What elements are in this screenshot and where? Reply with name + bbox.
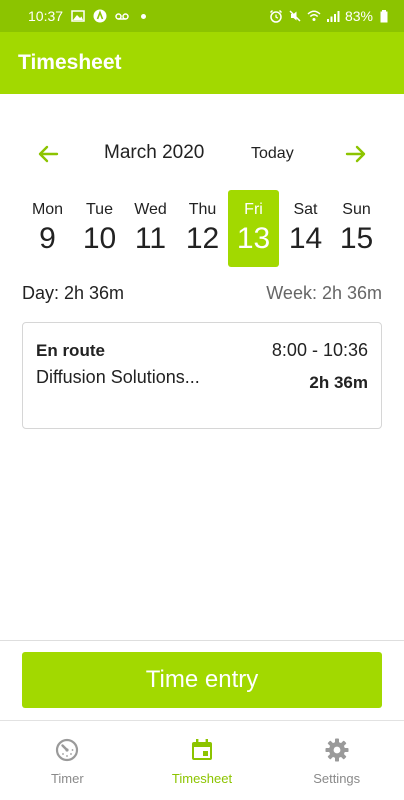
app-bar: Timesheet (0, 32, 404, 94)
day-name: Wed (134, 201, 167, 218)
week-total: Week: 2h 36m (266, 283, 382, 303)
nav-label: Timesheet (171, 771, 233, 786)
bottom-navigation: Timer Timesheet Settings (0, 721, 404, 800)
time-entry-button[interactable]: Time entry (22, 652, 382, 708)
prev-week-button[interactable] (32, 138, 64, 170)
nav-label: Timer (50, 771, 84, 786)
day-number: 11 (134, 222, 167, 255)
day-number: 12 (185, 222, 220, 255)
arrow-right-icon (345, 145, 366, 163)
day-name: Sun (342, 201, 371, 218)
app-notification-icon (93, 9, 107, 23)
nav-label: Settings (313, 771, 361, 786)
totals-row: Day: 2h 36m Week: 2h 36m (22, 283, 382, 307)
signal-icon (326, 9, 340, 23)
nav-timer[interactable]: Timer (0, 721, 135, 800)
month-navigation: March 2020 Today (0, 138, 404, 170)
mute-icon (288, 9, 302, 23)
divider (0, 640, 404, 641)
day-thursday[interactable]: Thu 12 (177, 190, 228, 268)
notification-dot-icon (141, 13, 147, 19)
wifi-icon (307, 9, 321, 23)
day-name: Fri (244, 201, 263, 218)
day-monday[interactable]: Mon 9 (22, 190, 73, 268)
voicemail-icon (115, 9, 129, 23)
time-entry-card[interactable]: En route 8:00 - 10:36 Diffusion Solution… (22, 322, 382, 429)
image-icon (71, 9, 85, 23)
entry-time-range: 8:00 - 10:36 (271, 340, 368, 360)
day-number: 13 (236, 222, 271, 255)
nav-settings[interactable]: Settings (269, 721, 404, 800)
alarm-icon (269, 9, 283, 23)
status-time: 10:37 (28, 8, 64, 24)
battery-icon (378, 9, 392, 23)
day-sunday[interactable]: Sun 15 (331, 190, 382, 268)
week-days: Mon 9 Tue 10 Wed 11 Thu 12 Fri 13 Sat 14… (22, 190, 384, 268)
day-name: Thu (188, 201, 217, 218)
entry-project: Diffusion Solutions... (36, 367, 200, 387)
today-button[interactable]: Today (251, 145, 294, 163)
day-name: Sat (293, 201, 318, 218)
day-name: Tue (86, 201, 113, 218)
page-title: Timesheet (18, 51, 122, 74)
entry-activity: En route (36, 341, 105, 360)
entry-duration: 2h 36m (309, 373, 368, 392)
day-total: Day: 2h 36m (22, 283, 125, 303)
day-number: 14 (288, 222, 323, 255)
day-number: 10 (82, 222, 117, 255)
day-tuesday[interactable]: Tue 10 (74, 190, 125, 268)
day-wednesday[interactable]: Wed 11 (125, 190, 176, 268)
calendar-icon (189, 737, 215, 763)
month-label: March 2020 (104, 142, 205, 163)
gear-icon (324, 737, 350, 763)
day-saturday[interactable]: Sat 14 (280, 190, 331, 268)
day-number: 9 (39, 222, 56, 255)
day-number: 15 (339, 222, 374, 255)
day-friday-selected[interactable]: Fri 13 (228, 190, 279, 267)
day-name: Mon (31, 201, 64, 218)
timer-icon (54, 737, 80, 763)
next-week-button[interactable] (340, 138, 372, 170)
arrow-left-icon (38, 145, 59, 163)
battery-percent: 83% (344, 8, 373, 24)
nav-timesheet[interactable]: Timesheet (135, 721, 270, 800)
status-bar: 10:37 83% (0, 0, 404, 32)
